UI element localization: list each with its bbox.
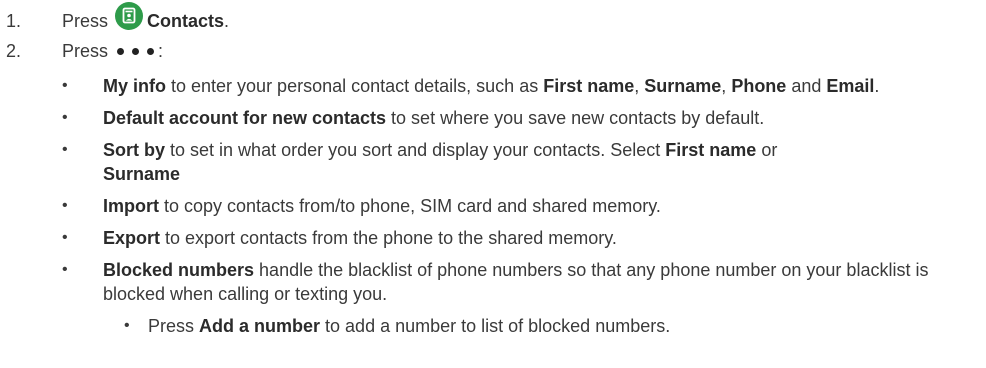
- option-text: to set where you save new contacts by de…: [386, 108, 765, 128]
- option-text: to copy contacts from/to phone, SIM card…: [159, 196, 661, 216]
- option-text: Press: [148, 316, 200, 336]
- field-name: First name: [665, 140, 757, 160]
- contacts-icon: [115, 2, 144, 30]
- field-name: Surname: [103, 164, 181, 184]
- sub-list: • Press Add a number to add a number to …: [0, 314, 966, 338]
- list-item: • My info to enter your personal contact…: [0, 74, 986, 98]
- sub-list-item: • Press Add a number to add a number to …: [0, 314, 966, 338]
- step-number: 1.: [6, 11, 22, 31]
- field-name: Phone: [731, 76, 787, 96]
- step-number: 2.: [6, 41, 22, 61]
- bullet-icon: •: [62, 229, 68, 246]
- list-item: • Import to copy contacts from/to phone,…: [0, 194, 986, 218]
- bullet-icon: •: [124, 317, 130, 334]
- option-text: ,: [721, 76, 732, 96]
- option-text: .: [874, 76, 880, 96]
- step-text: Press :: [62, 36, 163, 66]
- option-text: ,: [634, 76, 645, 96]
- option-name: Import: [103, 196, 159, 216]
- options-list: • My info to enter your personal contact…: [0, 74, 986, 338]
- bullet-icon: •: [62, 261, 68, 278]
- option-name: Blocked numbers: [103, 260, 255, 280]
- option-name: Default account for new contacts: [103, 108, 387, 128]
- field-name: Surname: [644, 76, 722, 96]
- option-name: Export: [103, 228, 161, 248]
- list-item: • Sort by to set in what order you sort …: [0, 138, 986, 186]
- option-name: Add a number: [199, 316, 321, 336]
- option-name: Sort by: [103, 140, 166, 160]
- bullet-icon: •: [62, 77, 68, 94]
- step-press-text: Press: [62, 11, 109, 31]
- list-item: • Export to export contacts from the pho…: [0, 226, 986, 250]
- bullet-icon: •: [62, 141, 68, 158]
- contacts-label: Contacts: [147, 11, 225, 31]
- list-item: • Default account for new contacts to se…: [0, 106, 986, 130]
- option-text: to set in what order you sort and displa…: [165, 140, 666, 160]
- step-end: :: [158, 41, 164, 61]
- step-press-text: Press: [62, 41, 109, 61]
- option-text: or: [756, 140, 778, 160]
- step-text: Press Contacts.: [62, 2, 230, 36]
- step-end: .: [224, 11, 230, 31]
- list-item: • Blocked numbers handle the blacklist o…: [0, 258, 986, 338]
- instructions-document: 1. Press Contacts. 2. Press : • My info …: [0, 2, 986, 338]
- field-name: First name: [543, 76, 635, 96]
- step-1: 1. Press Contacts.: [0, 2, 986, 36]
- option-name: My info: [103, 76, 166, 96]
- option-text: to enter your personal contact details, …: [166, 76, 544, 96]
- field-name: Email: [826, 76, 875, 96]
- more-options-icon: [113, 36, 158, 66]
- bullet-icon: •: [62, 197, 68, 214]
- option-text: and: [786, 76, 827, 96]
- option-text: to export contacts from the phone to the…: [160, 228, 617, 248]
- bullet-icon: •: [62, 109, 68, 126]
- step-2: 2. Press :: [0, 36, 986, 66]
- option-text: to add a number to list of blocked numbe…: [320, 316, 671, 336]
